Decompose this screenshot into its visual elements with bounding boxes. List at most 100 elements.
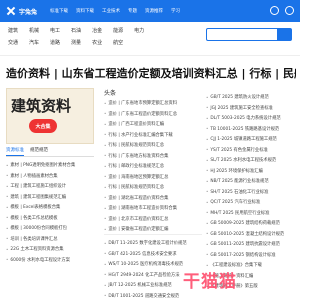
user-icon[interactable]: [285, 6, 294, 15]
bullet-icon: •: [206, 115, 209, 121]
nav-item-industry[interactable]: 工业技术: [102, 8, 120, 14]
list-item[interactable]: • 行标 | 民航标准规范资料汇总: [104, 140, 202, 151]
bullet-icon: •: [6, 246, 9, 252]
list-item[interactable]: • 行标 | 水产行业标准汇编合集下载: [104, 130, 202, 141]
list-item-label: DB/T 1001-2025 道路交通安全规范: [108, 293, 180, 299]
category-item[interactable]: 电工: [50, 27, 60, 34]
list-item[interactable]: • 行标 | 邮政行业标准规范汇总: [104, 161, 202, 172]
list-item-label: TB 10001-2025 铁路路基设计规范: [210, 126, 280, 132]
divider: [104, 234, 202, 235]
list-item-label: 造价 | 广东省工程造价定额资料汇总: [108, 111, 177, 117]
left-list: • 素材 | PNG透明免抠图片素材合集 • 素材 | 人物插画素材合集 • 工程 |…: [6, 160, 94, 265]
category-item[interactable]: 冶金: [92, 27, 102, 34]
category-item[interactable]: 汽车: [29, 39, 39, 46]
list-item[interactable]: • 素材 | PNG透明免抠图片素材合集: [6, 160, 94, 171]
list-item-label: 模板 | 30000份合同模板打包: [10, 226, 67, 232]
category-item[interactable]: 电力: [134, 27, 144, 34]
top-icons: [270, 6, 294, 15]
bullet-icon: •: [206, 126, 209, 132]
list-item[interactable]: • 建筑 | 建筑工程图集规范汇编: [6, 192, 94, 203]
bullet-icon: •: [104, 153, 107, 159]
main-nav: 标准下载 资料下载 工业技术 专题 资源推荐 学习: [50, 6, 180, 16]
list-item[interactable]: • 造价 | 海南省地区预算定额汇总: [104, 172, 202, 183]
site-logo[interactable]: 字兔兔: [6, 5, 37, 17]
list-item-label: GB 50010-2025 混凝土结构设计规范: [210, 231, 285, 237]
promo-banner[interactable]: 造价资料 | 山东省工程造价定额及培训资料汇总 | 行标 | 民航标准规范汇总: [6, 58, 296, 88]
bullet-icon: •: [206, 178, 209, 184]
list-item[interactable]: • TB 10001-2025 铁路路基设计规范: [206, 124, 296, 135]
list-item-label: GB 50009-2025 建筑结构荷载规范: [210, 221, 280, 227]
bullet-icon: •: [104, 111, 107, 117]
list-item[interactable]: • DL/T 5003-2025 电力系统设计规范: [206, 113, 296, 124]
list-item[interactable]: • MH/T 2025 民用航空行业标准: [206, 208, 296, 219]
list-item[interactable]: • HJ 2025 环境保护标准汇编: [206, 166, 296, 177]
bullet-icon: •: [104, 261, 107, 267]
nav-item-materials[interactable]: 资料下载: [76, 8, 94, 14]
bullet-icon: •: [104, 272, 107, 278]
category-item[interactable]: 交通: [8, 39, 18, 46]
list-item[interactable]: • CJJ 1-2025 城镇道路工程施工规范: [206, 134, 296, 145]
search-icon[interactable]: [270, 6, 279, 15]
list-item[interactable]: • SH/T 2025 石油化工行业标准: [206, 187, 296, 198]
list-item[interactable]: • 模板 | 各类工作总结模板: [6, 213, 94, 224]
list-item[interactable]: • 22G 土木工程资料资源合集: [6, 244, 94, 255]
tab-resources[interactable]: 资源标准: [6, 147, 24, 156]
list-item[interactable]: • 素材 | 人物插画素材合集: [6, 171, 94, 182]
category-item[interactable]: 机械: [29, 27, 39, 34]
category-item[interactable]: 农业: [92, 39, 102, 46]
category-item[interactable]: 石油: [71, 27, 81, 34]
list-item-label: 6000份 水利水电工程设计方案: [10, 257, 70, 263]
list-item-label: NB/T 2025 能源行业标准规范: [210, 179, 269, 185]
bullet-icon: •: [206, 252, 209, 258]
list-item[interactable]: • GB 50017-2025 钢结构设计标准: [206, 250, 296, 261]
list-item[interactable]: • 造价 | 安徽省工程造价定额汇编: [104, 224, 202, 235]
bullet-icon: •: [104, 174, 107, 180]
list-item[interactable]: • DB/T 11-2025 数字化建设工程计价规范: [104, 238, 202, 249]
list-item[interactable]: • NB/T 2025 能源行业标准规范: [206, 176, 296, 187]
list-item[interactable]: • SL/T 2025 水利水电工程技术规范: [206, 155, 296, 166]
search-button[interactable]: [277, 29, 291, 40]
list-item[interactable]: • 造价 | 湖南省地市工程造价资料合集: [104, 203, 202, 214]
list-item[interactable]: • 造价 | 广西工程造价资料汇编: [104, 119, 202, 130]
category-item[interactable]: 测量: [71, 39, 81, 46]
bullet-icon: •: [104, 282, 107, 288]
list-item[interactable]: • JGJ 2025 建筑施工安全检查标准: [206, 103, 296, 114]
list-item[interactable]: • QC/T 2025 汽车行业标准: [206, 197, 296, 208]
list-item[interactable]: • 造价 | 广东省工程造价定额资料汇总: [104, 109, 202, 120]
list-item[interactable]: • 造价 | 北京市工程造价资料汇总: [104, 214, 202, 225]
nav-item-topics[interactable]: 专题: [128, 8, 137, 14]
nav-item-recommend[interactable]: 资源推荐: [145, 8, 163, 14]
category-item[interactable]: 建筑: [8, 27, 18, 34]
category-item[interactable]: 航空: [113, 39, 123, 46]
tab-specs[interactable]: 规范规范: [30, 147, 48, 156]
bullet-icon: •: [104, 163, 107, 169]
bullet-icon: •: [206, 241, 209, 247]
list-item[interactable]: • 模板 | Excel表格模板合集: [6, 202, 94, 213]
list-item[interactable]: • GB/T 2025 建筑防火设计规范: [206, 92, 296, 103]
list-item-label: 行标 | 民航标准规范资料汇总: [108, 143, 165, 149]
bullet-icon: •: [104, 226, 107, 232]
search-input[interactable]: [206, 28, 292, 41]
list-item[interactable]: • GB 50011-2025 建筑抗震设计规范: [206, 239, 296, 250]
list-item[interactable]: • 6000份 水利水电工程设计方案: [6, 255, 94, 266]
bullet-icon: •: [104, 205, 107, 211]
category-item[interactable]: 能源: [113, 27, 123, 34]
list-item[interactable]: • 行标 | 广东省地方标准资料合集: [104, 151, 202, 162]
list-item[interactable]: • GB 50010-2025 混凝土结构设计规范: [206, 229, 296, 240]
nav-item-standards[interactable]: 标准下载: [50, 8, 68, 14]
list-item[interactable]: • 行标 | 民航标准规范资料汇总: [104, 182, 202, 193]
list-item[interactable]: • 工程 | 建筑工程施工组织设计: [6, 181, 94, 192]
featured-cover[interactable]: 建筑资料 大合集: [6, 88, 94, 144]
list-item[interactable]: • 造价 | 广东省地市预算定额汇总资料: [104, 98, 202, 109]
bullet-icon: •: [206, 157, 209, 163]
nav-item-learn[interactable]: 学习: [171, 8, 180, 14]
list-item[interactable]: • 造价 | 湖北省工程造价资料合集: [104, 193, 202, 204]
category-item[interactable]: 道路: [50, 39, 60, 46]
bullet-icon: •: [206, 94, 209, 100]
list-item-label: 22G 土木工程资料资源合集: [10, 247, 64, 253]
list-item[interactable]: • GB 50009-2025 建筑结构荷载规范: [206, 218, 296, 229]
list-item[interactable]: • YS/T 2025 有色金属行业标准: [206, 145, 296, 156]
list-item[interactable]: • 模板 | 30000份合同模板打包: [6, 223, 94, 234]
list-item[interactable]: • GB/T 421-2025 信息技术安全要求: [104, 249, 202, 260]
list-item[interactable]: • 培训 | 各类培训课件汇总: [6, 234, 94, 245]
